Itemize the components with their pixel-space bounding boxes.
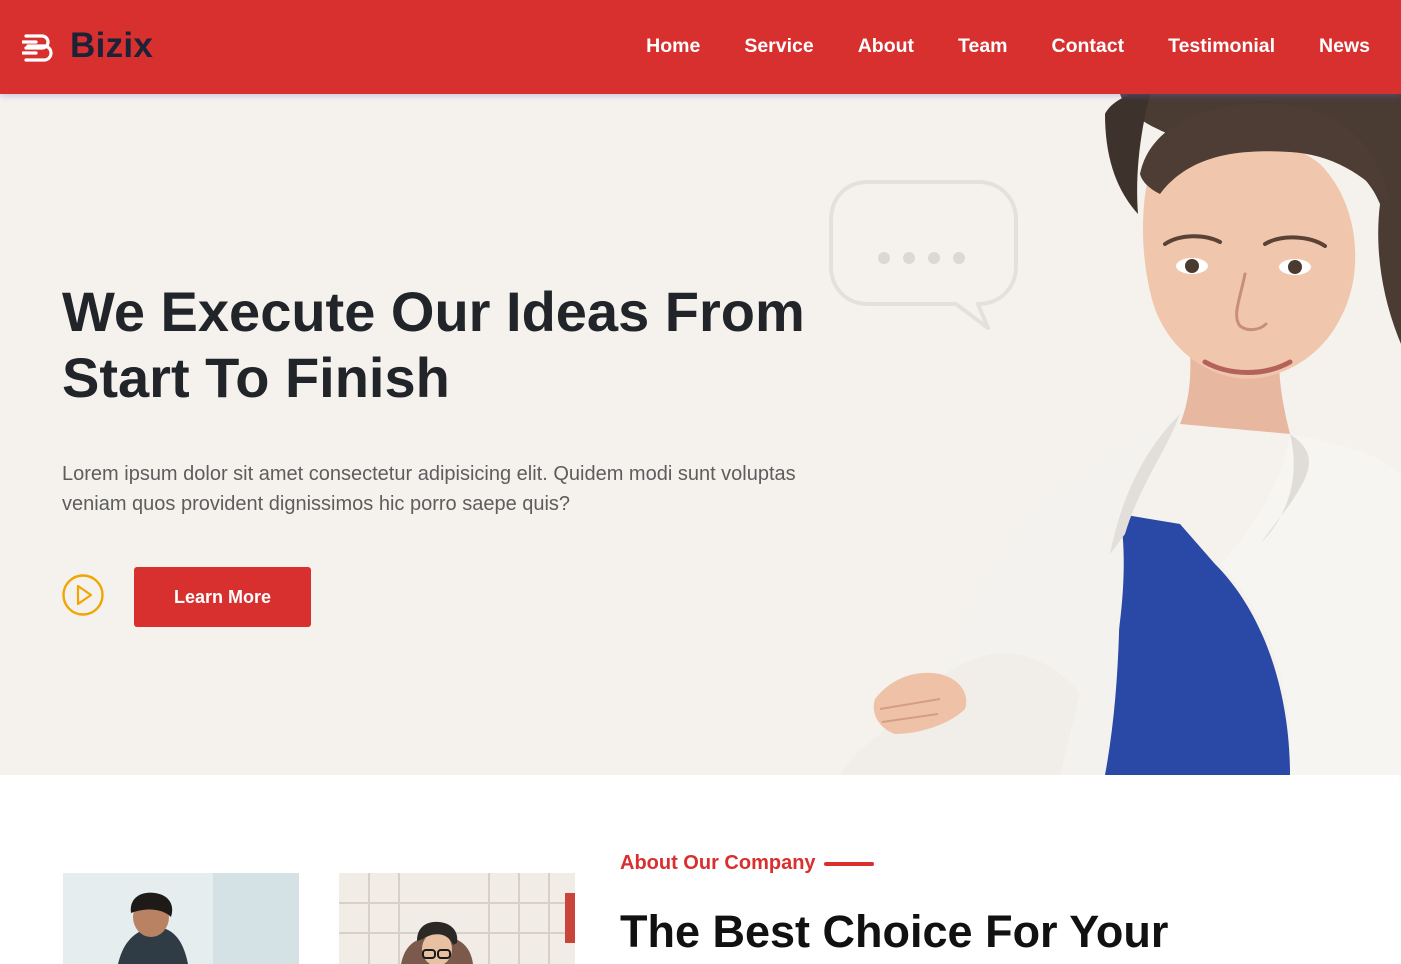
nav-service[interactable]: Service <box>744 34 813 58</box>
hero-title-line1: We Execute Our Ideas From <box>62 280 805 343</box>
nav-home[interactable]: Home <box>646 34 700 58</box>
main-nav: Home Service About Team Contact Testimon… <box>646 34 1370 58</box>
brand-name: Bizix <box>70 26 154 65</box>
nav-team[interactable]: Team <box>958 34 1008 58</box>
about-section-label: About Our Company <box>620 851 874 875</box>
about-image-man <box>63 873 299 964</box>
site-header: Bizix Home Service About Team Contact Te… <box>0 0 1401 94</box>
nav-contact[interactable]: Contact <box>1052 34 1125 58</box>
about-image-woman <box>339 873 575 964</box>
about-label-underline <box>823 861 874 866</box>
hero-title-line2: Start To Finish <box>62 346 450 409</box>
hero-woman-image <box>840 94 1401 775</box>
nav-testimonial[interactable]: Testimonial <box>1168 34 1275 58</box>
learn-more-button[interactable]: Learn More <box>134 567 311 627</box>
hero-description: Lorem ipsum dolor sit amet consectetur a… <box>62 463 796 515</box>
logo[interactable]: Bizix <box>22 28 153 64</box>
play-circle-icon[interactable] <box>62 574 104 616</box>
nav-about[interactable]: About <box>858 34 914 58</box>
about-label-text: About Our Company <box>620 852 816 874</box>
nav-news[interactable]: News <box>1319 34 1370 58</box>
about-title: The Best Choice For Your <box>620 906 1169 957</box>
hero-section: We Execute Our Ideas From Start To Finis… <box>0 94 1401 775</box>
hero-title: We Execute Our Ideas From Start To Finis… <box>62 279 842 411</box>
logo-b-icon <box>22 34 53 62</box>
